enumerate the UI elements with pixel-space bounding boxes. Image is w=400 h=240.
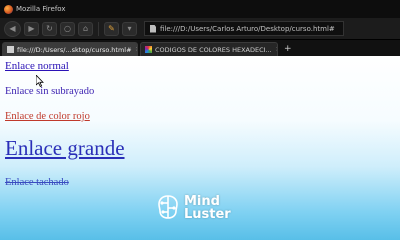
toolbar-divider [98,21,99,36]
brain-circuit-icon [158,195,178,219]
edit-button[interactable]: ✎ [104,21,119,36]
watermark-line2: Luster [184,207,231,222]
tab-strip: file:///D:/Users/...sktop/curso.html# ✕ … [0,40,400,56]
link-red[interactable]: Enlace de color rojo [5,111,90,122]
close-icon[interactable]: ✕ [136,46,137,53]
back-button[interactable]: ◀ [4,20,21,37]
new-tab-button[interactable]: + [280,44,296,56]
forward-button[interactable]: ▶ [24,21,39,36]
link-strikethrough[interactable]: Enlace tachado [5,177,69,188]
plus-icon: + [284,44,292,54]
stop-icon: ○ [64,23,71,33]
tab-codigos-colores[interactable]: CODIGOS DE COLORES HEXADECI... ✕ [140,42,278,56]
dropdown-button[interactable]: ▾ [122,21,137,36]
reload-icon: ↻ [46,23,53,33]
close-icon[interactable]: ✕ [276,46,277,53]
window-titlebar: Mozilla Firefox [0,0,400,18]
pencil-icon: ✎ [108,23,115,33]
link-no-underline[interactable]: Enlace sin subrayado [5,86,94,97]
home-icon: ⌂ [82,23,89,33]
address-bar[interactable]: file:///D:/Users/Carlos Arturo/Desktop/c… [144,21,344,36]
mouse-cursor-icon [36,75,44,87]
tab-curso[interactable]: file:///D:/Users/...sktop/curso.html# ✕ [2,42,138,56]
color-palette-icon [145,46,152,53]
home-button[interactable]: ⌂ [78,21,93,36]
arrow-right-icon: ▶ [28,23,35,33]
watermark: Mind Luster [156,188,246,228]
link-normal[interactable]: Enlace normal [5,60,69,72]
page-icon [150,24,156,33]
firefox-logo-icon [4,4,13,14]
chevron-down-icon: ▾ [127,23,132,33]
arrow-left-icon: ◀ [9,23,16,33]
tab-label: CODIGOS DE COLORES HEXADECI... [155,45,272,54]
tab-label: file:///D:/Users/...sktop/curso.html# [17,45,132,54]
link-big[interactable]: Enlace grande [5,136,125,161]
window-title: Mozilla Firefox [16,5,66,13]
document-icon [7,46,14,53]
stop-button[interactable]: ○ [60,21,75,36]
reload-button[interactable]: ↻ [42,21,57,36]
address-bar-url: file:///D:/Users/Carlos Arturo/Desktop/c… [160,24,335,33]
navigation-toolbar: ◀ ▶ ↻ ○ ⌂ ✎ ▾ file:///D:/Users/Carlos Ar… [0,18,400,40]
